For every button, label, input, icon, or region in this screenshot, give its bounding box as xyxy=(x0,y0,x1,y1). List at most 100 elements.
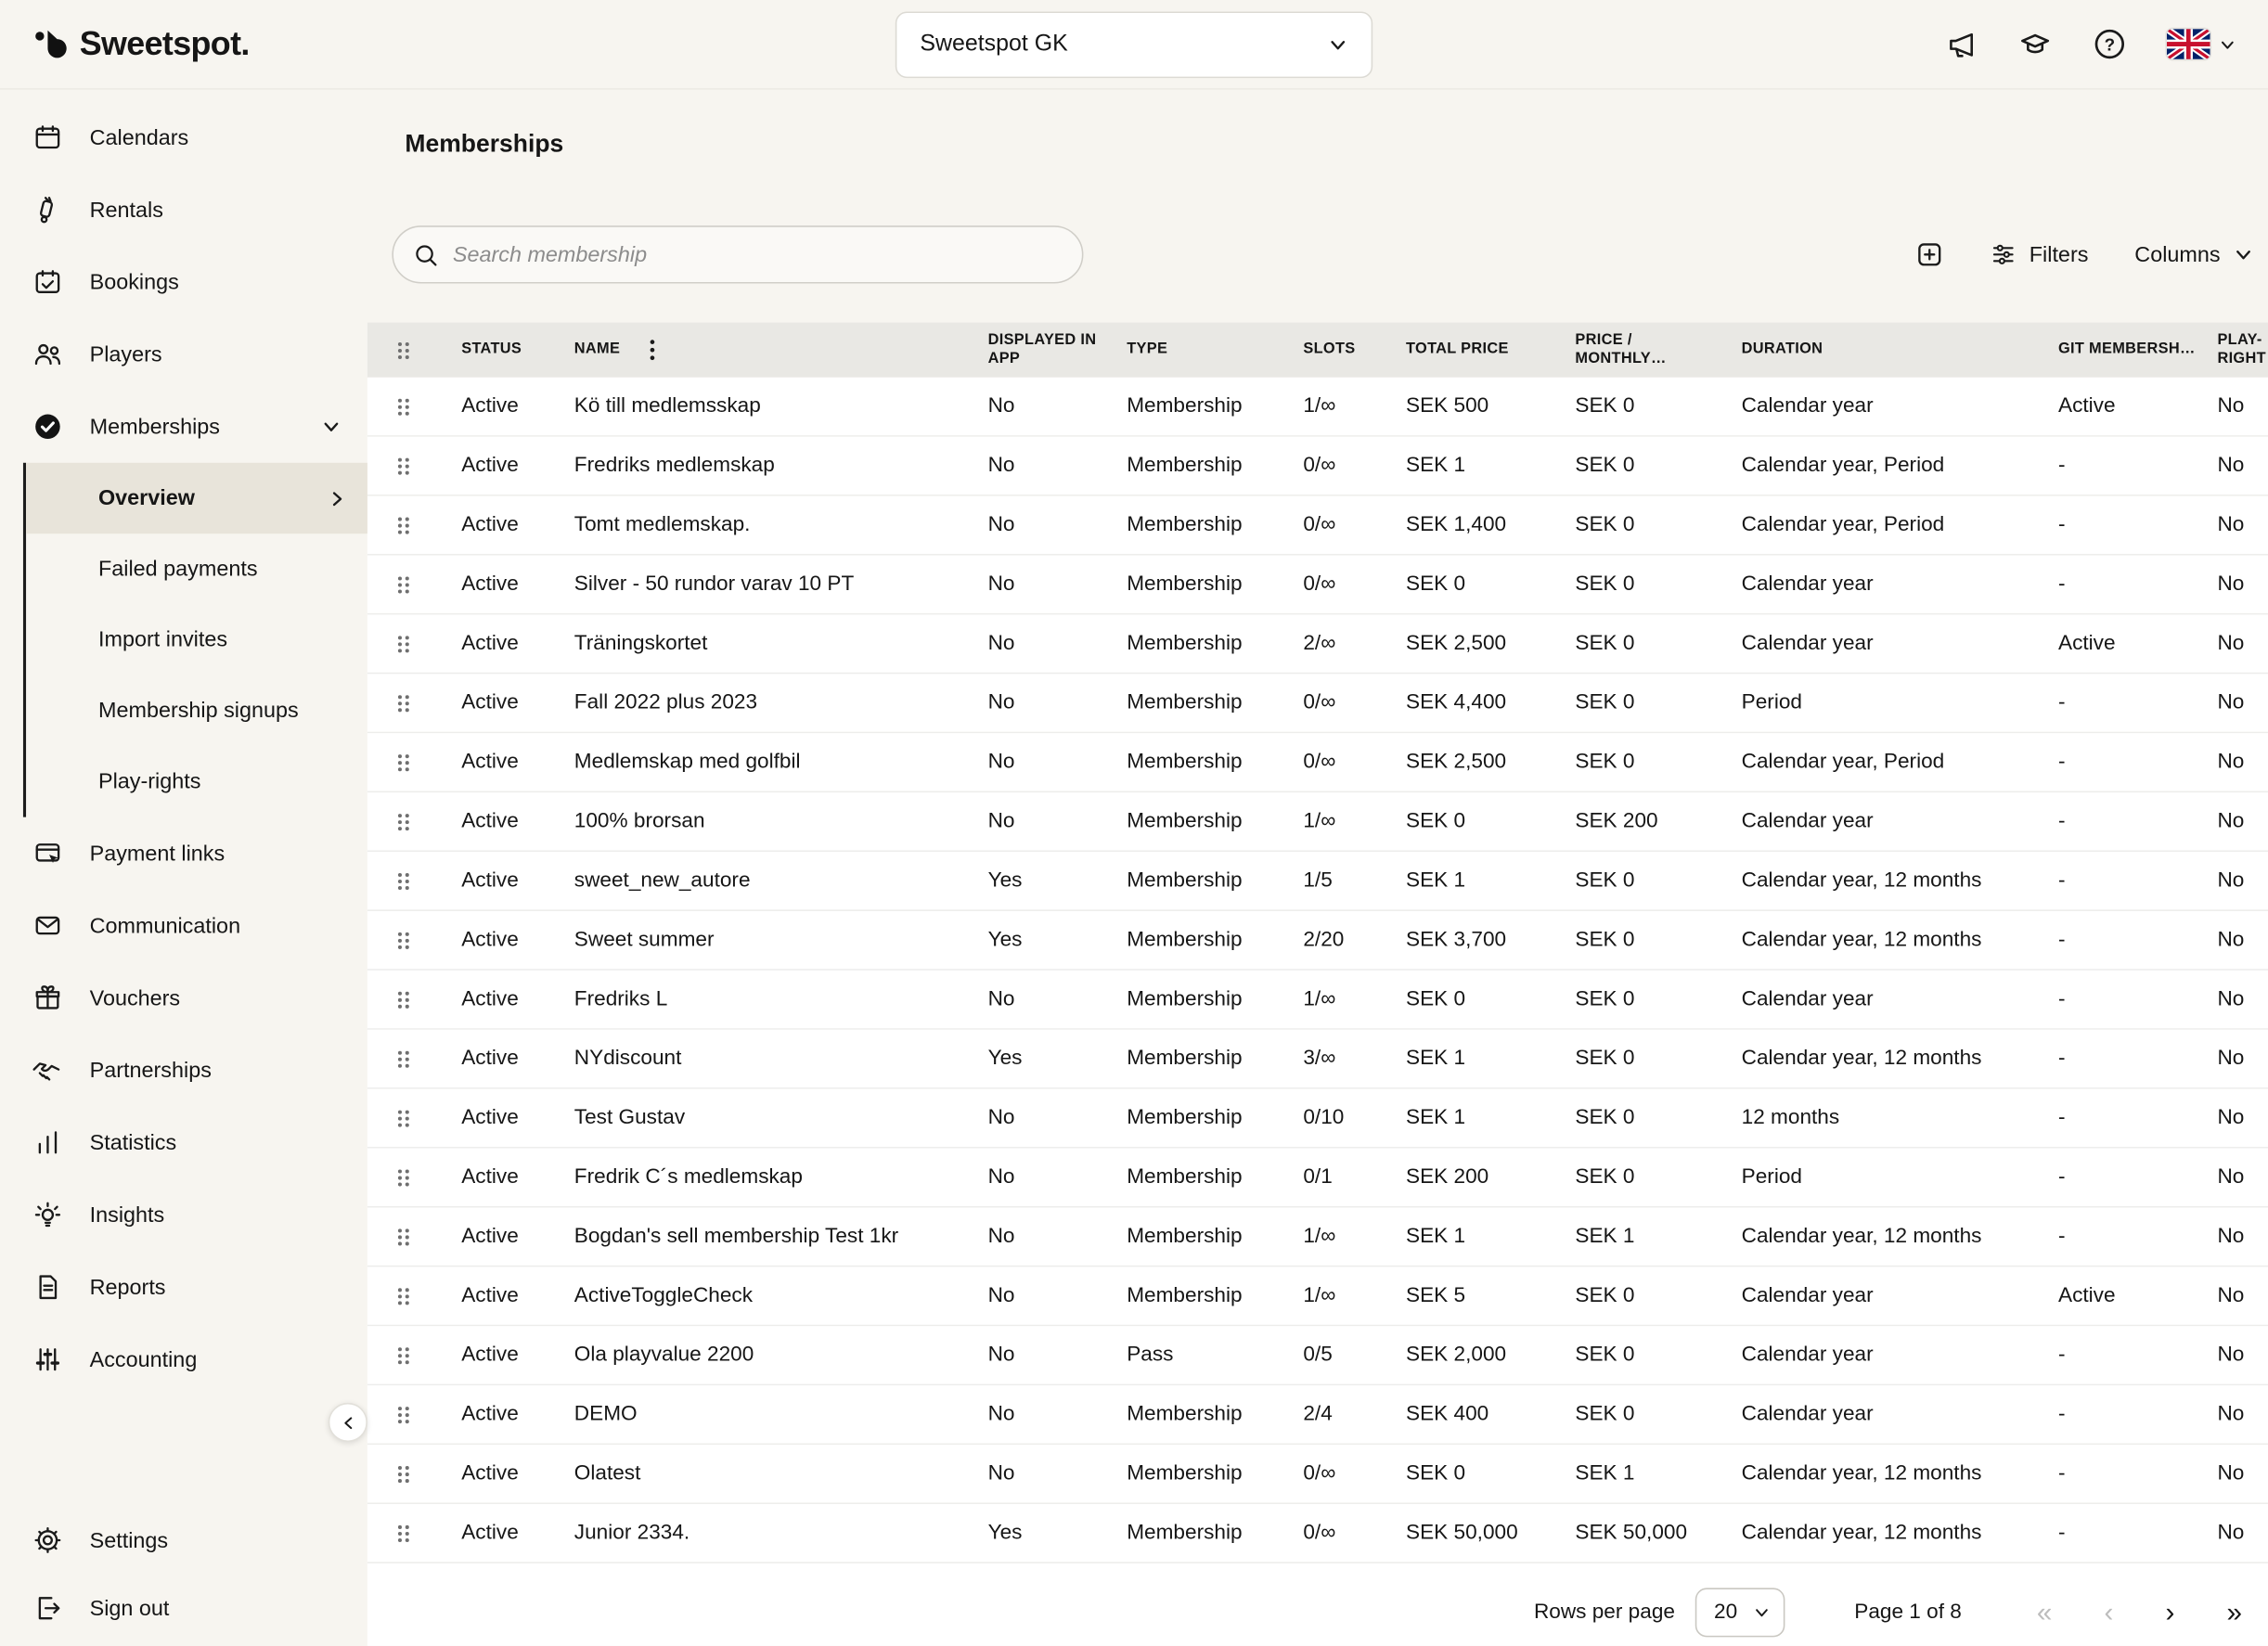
table-row[interactable]: Active Fredrik C´s medlemskap No Members… xyxy=(367,1149,2268,1208)
drag-handle[interactable] xyxy=(367,929,461,950)
table-row[interactable]: Active NYdiscount Yes Membership 3/∞ SEK… xyxy=(367,1030,2268,1089)
cell-slots: 0/5 xyxy=(1303,1344,1406,1367)
sidebar-item-partnerships[interactable]: Partnerships xyxy=(0,1034,367,1106)
table-row[interactable]: Active sweet_new_autore Yes Membership 1… xyxy=(367,852,2268,911)
table-row[interactable]: Active Junior 2334. Yes Membership 0/∞ S… xyxy=(367,1504,2268,1563)
cell-status: Active xyxy=(461,454,574,477)
club-selector[interactable]: Sweetspot GK xyxy=(896,11,1372,78)
sidebar-item-overview[interactable]: Overview xyxy=(26,463,367,534)
table-row[interactable]: Active Fredriks medlemskap No Membership… xyxy=(367,437,2268,496)
cell-slots: 1/∞ xyxy=(1303,988,1406,1011)
sidebar-item-import-invites[interactable]: Import invites xyxy=(26,605,367,675)
cell-displayed-in-app: No xyxy=(988,395,1128,418)
sidebar-item-vouchers[interactable]: Vouchers xyxy=(0,962,367,1035)
sidebar-item-statistics[interactable]: Statistics xyxy=(0,1106,367,1178)
sidebar: Calendars Rentals Bookings Players xyxy=(0,90,367,1646)
sidebar-item-players[interactable]: Players xyxy=(0,318,367,391)
sidebar-item-insights[interactable]: Insights xyxy=(0,1178,367,1251)
drag-handle[interactable] xyxy=(367,1285,461,1306)
add-membership-button[interactable] xyxy=(1915,240,1944,269)
drag-handle[interactable] xyxy=(367,811,461,832)
sidebar-item-rentals[interactable]: Rentals xyxy=(0,174,367,246)
table-row[interactable]: Active 100% brorsan No Membership 1/∞ SE… xyxy=(367,792,2268,852)
academy-icon[interactable] xyxy=(2017,28,2052,59)
rows-per-page-select[interactable]: 20 xyxy=(1695,1588,1785,1637)
table-row[interactable]: Active DEMO No Membership 2/4 SEK 400 SE… xyxy=(367,1385,2268,1445)
table-row[interactable]: Active Olatest No Membership 0/∞ SEK 0 S… xyxy=(367,1445,2268,1504)
drag-handle[interactable] xyxy=(367,573,461,595)
sidebar-item-memberships[interactable]: Memberships xyxy=(0,391,367,463)
columns-button[interactable]: Columns xyxy=(2134,242,2253,266)
table-row[interactable]: Active Test Gustav No Membership 0/10 SE… xyxy=(367,1089,2268,1149)
drag-handle[interactable] xyxy=(367,1404,461,1425)
last-page-button[interactable]: » xyxy=(2226,1599,2241,1627)
cell-displayed-in-app: No xyxy=(988,1403,1128,1426)
drag-handle[interactable] xyxy=(367,1463,461,1485)
next-page-button[interactable]: › xyxy=(2165,1599,2174,1627)
drag-handle[interactable] xyxy=(367,870,461,892)
drag-handle[interactable] xyxy=(367,395,461,417)
announcements-icon[interactable] xyxy=(1945,28,1977,59)
table-row[interactable]: Active Silver - 50 rundor varav 10 PT No… xyxy=(367,556,2268,615)
sidebar-item-communication[interactable]: Communication xyxy=(0,890,367,962)
table-row[interactable]: Active Sweet summer Yes Membership 2/20 … xyxy=(367,911,2268,971)
table-row[interactable]: Active Kö till medlemsskap No Membership… xyxy=(367,378,2268,437)
cell-play-right: No xyxy=(2217,1047,2268,1070)
drag-handle[interactable] xyxy=(367,455,461,476)
table-row[interactable]: Active Fall 2022 plus 2023 No Membership… xyxy=(367,674,2268,733)
sidebar-item-membership-signups[interactable]: Membership signups xyxy=(26,675,367,746)
cell-total-price: SEK 1,400 xyxy=(1406,513,1575,536)
cell-slots: 2/∞ xyxy=(1303,632,1406,655)
cell-displayed-in-app: No xyxy=(988,513,1128,536)
table-row[interactable]: Active Medlemskap med golfbil No Members… xyxy=(367,733,2268,792)
filters-button[interactable]: Filters xyxy=(1991,241,2089,267)
drag-handle[interactable] xyxy=(367,514,461,535)
column-menu-icon[interactable] xyxy=(649,339,654,362)
first-page-button[interactable]: « xyxy=(2037,1599,2052,1627)
sidebar-item-calendars[interactable]: Calendars xyxy=(0,101,367,174)
table-row[interactable]: Active Tomt medlemskap. No Membership 0/… xyxy=(367,496,2268,556)
col-header-status: STATUS xyxy=(461,341,574,359)
drag-handle[interactable] xyxy=(367,1107,461,1128)
language-selector[interactable] xyxy=(2167,29,2236,59)
cell-status: Active xyxy=(461,1403,574,1426)
cell-duration: Calendar year xyxy=(1742,1403,2058,1426)
cell-price-monthly: SEK 0 xyxy=(1575,1403,1741,1426)
table-row[interactable]: Active Träningskortet No Membership 2/∞ … xyxy=(367,614,2268,674)
drag-handle[interactable] xyxy=(367,1166,461,1188)
drag-handle[interactable] xyxy=(367,1226,461,1247)
sidebar-item-failed-payments[interactable]: Failed payments xyxy=(26,534,367,604)
sidebar-item-settings[interactable]: Settings xyxy=(0,1504,367,1576)
cell-name: Fredriks L xyxy=(574,988,988,1011)
drag-handle[interactable] xyxy=(367,692,461,714)
cell-price-monthly: SEK 0 xyxy=(1575,988,1741,1011)
cell-duration: 12 months xyxy=(1742,1106,2058,1129)
table-row[interactable]: Active Bogdan's sell membership Test 1kr… xyxy=(367,1207,2268,1267)
drag-handle[interactable] xyxy=(367,752,461,773)
sidebar-item-payment-links[interactable]: Payment links xyxy=(0,817,367,890)
sidebar-item-label: Play-rights xyxy=(98,769,200,793)
prev-page-button[interactable]: ‹ xyxy=(2105,1599,2114,1627)
sidebar-item-accounting[interactable]: Accounting xyxy=(0,1323,367,1395)
help-icon[interactable]: ? xyxy=(2093,28,2126,61)
table-row[interactable]: Active Fredriks L No Membership 1/∞ SEK … xyxy=(367,971,2268,1030)
sidebar-item-reports[interactable]: Reports xyxy=(0,1251,367,1323)
cell-slots: 1/∞ xyxy=(1303,810,1406,833)
drag-handle[interactable] xyxy=(367,633,461,654)
search-input[interactable] xyxy=(453,242,1074,266)
sidebar-item-bookings[interactable]: Bookings xyxy=(0,246,367,318)
sidebar-item-play-rights[interactable]: Play-rights xyxy=(26,746,367,817)
sidebar-item-sign-out[interactable]: Sign out xyxy=(0,1576,367,1640)
table-row[interactable]: Active Ola playvalue 2200 No Pass 0/5 SE… xyxy=(367,1326,2268,1385)
drag-handle[interactable] xyxy=(367,1523,461,1544)
cell-displayed-in-app: No xyxy=(988,572,1128,596)
table-row[interactable]: Active ActiveToggleCheck No Membership 1… xyxy=(367,1267,2268,1326)
cell-name: Sweet summer xyxy=(574,929,988,952)
collapse-sidebar-button[interactable] xyxy=(329,1403,367,1442)
drag-handle[interactable] xyxy=(367,988,461,1009)
cell-git-membership: - xyxy=(2058,1047,2217,1070)
drag-handle[interactable] xyxy=(367,1344,461,1366)
drag-handle[interactable] xyxy=(367,1048,461,1069)
cell-type: Membership xyxy=(1127,513,1303,536)
cell-status: Active xyxy=(461,810,574,833)
